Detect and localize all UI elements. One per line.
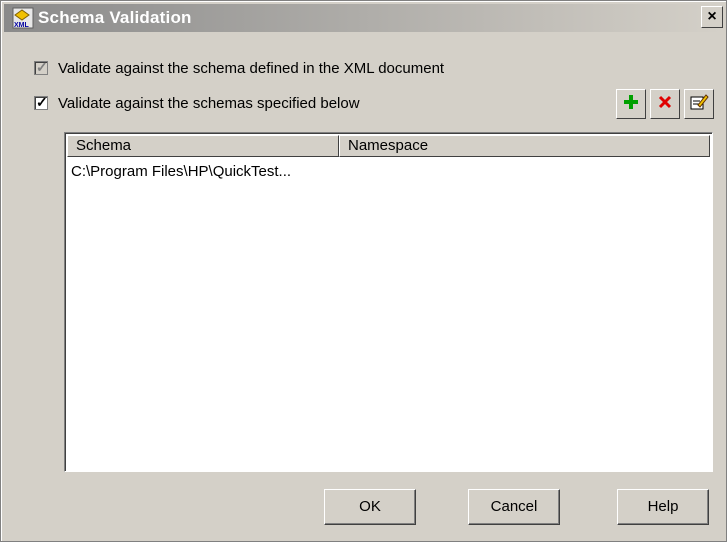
plus-icon (622, 93, 640, 115)
close-button[interactable]: × (701, 6, 723, 28)
edit-schema-button[interactable] (684, 89, 714, 119)
validate-document-label: Validate against the schema defined in t… (58, 59, 445, 77)
schema-list[interactable]: Schema Namespace C:\Program Files\HP\Qui… (64, 132, 713, 472)
schema-cell: C:\Program Files\HP\QuickTest... (71, 163, 292, 180)
window-title: Schema Validation (38, 8, 192, 27)
ok-button[interactable]: OK (324, 489, 416, 525)
validate-specified-label: Validate against the schemas specified b… (58, 94, 360, 112)
column-header-namespace[interactable]: Namespace (339, 135, 710, 157)
cancel-button[interactable]: Cancel (468, 489, 560, 525)
svg-text:XML: XML (14, 22, 30, 29)
xml-schema-icon: XML (12, 7, 34, 29)
validate-document-checkbox[interactable]: ✓ (34, 59, 48, 75)
edit-icon (689, 92, 709, 116)
column-header-schema[interactable]: Schema (67, 135, 339, 157)
add-schema-button[interactable] (616, 89, 646, 119)
validate-specified-checkbox[interactable]: ✓ (34, 94, 48, 110)
help-button[interactable]: Help (617, 489, 709, 525)
table-row[interactable]: C:\Program Files\HP\QuickTest... (71, 163, 343, 180)
title-bar[interactable]: XML Schema Validation × (4, 4, 723, 32)
schema-validation-dialog: XML Schema Validation × ✓ Validate again… (0, 0, 727, 542)
x-icon (657, 94, 673, 114)
validate-specified-option: ✓ Validate against the schemas specified… (34, 92, 360, 114)
validate-document-option: ✓ Validate against the schema defined in… (34, 57, 444, 79)
list-header: Schema Namespace (67, 135, 710, 157)
delete-schema-button[interactable] (650, 89, 680, 119)
